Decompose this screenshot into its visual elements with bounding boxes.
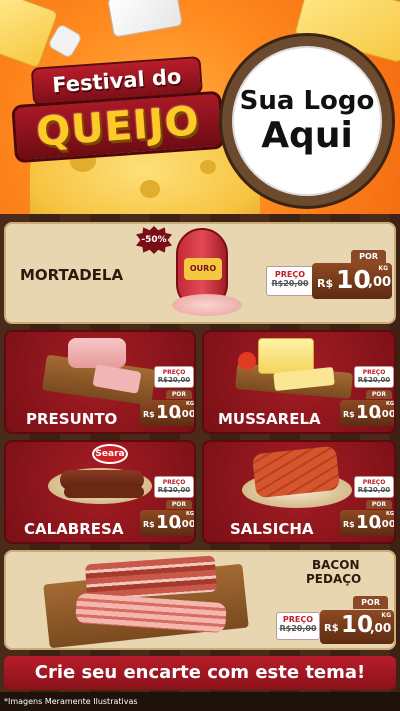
old-price-box: PREÇO R$20,00 [276, 612, 320, 640]
old-price: R$20,00 [157, 376, 191, 384]
product-name: CALABRESA [24, 520, 124, 538]
por-label: POR [165, 500, 192, 509]
unit: KG [381, 612, 391, 619]
preco-label: PREÇO [162, 479, 186, 486]
new-price-box: R$ 10 ,00 KG [340, 510, 396, 536]
currency: R$ [317, 277, 334, 290]
calabresa-image [64, 486, 144, 498]
price-decimal: ,00 [378, 409, 396, 420]
logo-text-line1: Sua Logo [239, 86, 375, 116]
product-card-mortadela[interactable]: MORTADELA OURO POR PREÇO R$20,00 R$ 10 ,… [4, 222, 396, 324]
product-name: SALSICHA [230, 520, 314, 538]
price-tag: PREÇO R$20,00 POR R$ 10 ,00 KG [140, 476, 196, 540]
cheese-decoration [107, 0, 183, 38]
seara-logo: Seara [92, 444, 128, 464]
unit: KG [386, 511, 394, 517]
unit: KG [186, 511, 194, 517]
product-name: MUSSARELA [218, 410, 321, 428]
old-price-box: PREÇO R$20,00 [354, 476, 394, 498]
price-decimal: ,00 [178, 409, 196, 420]
price-decimal: ,00 [370, 621, 392, 635]
old-price: R$20,00 [157, 486, 191, 494]
por-label: POR [165, 390, 192, 399]
festival-title: Festival do QUEIJO [9, 55, 225, 169]
new-price-box: R$ 10 ,00 KG [320, 610, 394, 644]
old-price: R$20,00 [357, 486, 391, 494]
logo-placeholder[interactable]: Sua Logo Aqui [222, 36, 392, 206]
unit: KG [186, 401, 194, 407]
currency: R$ [143, 410, 155, 419]
new-price-box: R$ 10 ,00 KG [312, 263, 392, 299]
cheese-decoration [47, 23, 83, 59]
product-name-line2: PEDAÇO [306, 572, 362, 586]
por-label: POR [365, 500, 392, 509]
price-integer: 10 [341, 612, 374, 638]
preco-label: PREÇO [274, 270, 306, 279]
currency: R$ [343, 520, 355, 529]
currency: R$ [143, 520, 155, 529]
product-card-salsicha[interactable]: SALSICHA PREÇO R$20,00 POR R$ 10 ,00 KG [202, 440, 396, 544]
unit: KG [386, 401, 394, 407]
footnote: *Imagens Meramente Ilustrativas [4, 697, 138, 706]
por-label: POR [353, 596, 388, 609]
product-name: MORTADELA [20, 266, 124, 284]
price-tag: PREÇO R$20,00 POR R$ 10 ,00 KG [338, 476, 396, 540]
product-card-calabresa[interactable]: Seara CALABRESA PREÇO R$20,00 POR R$ 10 … [4, 440, 196, 544]
price-tag: PREÇO R$20,00 POR R$ 10 ,00 KG [140, 366, 196, 430]
product-name-line1: BACON [312, 558, 360, 572]
old-price-box: PREÇO R$20,00 [154, 476, 194, 498]
product-card-mussarela[interactable]: MUSSARELA PREÇO R$20,00 POR R$ 10 ,00 KG [202, 330, 396, 434]
old-price: R$20,00 [271, 279, 309, 288]
old-price: R$20,00 [357, 376, 391, 384]
mussarela-image [258, 338, 314, 374]
new-price-box: R$ 10 ,00 KG [340, 400, 396, 426]
por-label: POR [351, 250, 386, 263]
price-tag: PREÇO R$20,00 POR R$ 10 ,00 KG [338, 366, 396, 430]
preco-label: PREÇO [362, 479, 386, 486]
old-price-box: PREÇO R$20,00 [354, 366, 394, 388]
mortadela-slices [172, 294, 242, 316]
salsicha-image [251, 445, 341, 499]
presunto-image [68, 338, 126, 368]
old-price: R$20,00 [279, 624, 317, 633]
cta-button[interactable]: Crie seu encarte com este tema! [4, 656, 396, 690]
product-card-presunto[interactable]: PRESUNTO PREÇO R$20,00 POR R$ 10 ,00 KG [4, 330, 196, 434]
price-decimal: ,00 [368, 275, 392, 290]
price-tag: POR PREÇO R$20,00 R$ 10 ,00 KG [276, 596, 394, 646]
preco-label: PREÇO [282, 615, 314, 624]
currency: R$ [343, 410, 355, 419]
preco-label: PREÇO [162, 369, 186, 376]
logo-text-line2: Aqui [261, 115, 353, 156]
price-decimal: ,00 [178, 519, 196, 530]
package-label: OURO [184, 258, 222, 280]
preco-label: PREÇO [362, 369, 386, 376]
currency: R$ [324, 623, 339, 634]
product-name: PRESUNTO [26, 410, 118, 428]
price-tag: POR PREÇO R$20,00 R$ 10 ,00 KG [266, 250, 392, 300]
new-price-box: R$ 10 ,00 KG [140, 510, 196, 536]
tomato-icon [238, 352, 256, 370]
header-banner: Festival do QUEIJO Sua Logo Aqui [0, 0, 400, 220]
price-decimal: ,00 [378, 519, 396, 530]
por-label: POR [365, 390, 392, 399]
cheese-decoration [0, 0, 59, 69]
unit: KG [378, 265, 388, 272]
old-price-box: PREÇO R$20,00 [266, 266, 314, 296]
price-integer: 10 [336, 265, 371, 294]
old-price-box: PREÇO R$20,00 [154, 366, 194, 388]
product-card-bacon[interactable]: BACON PEDAÇO POR PREÇO R$20,00 R$ 10 ,00… [4, 550, 396, 650]
new-price-box: R$ 10 ,00 KG [140, 400, 196, 426]
